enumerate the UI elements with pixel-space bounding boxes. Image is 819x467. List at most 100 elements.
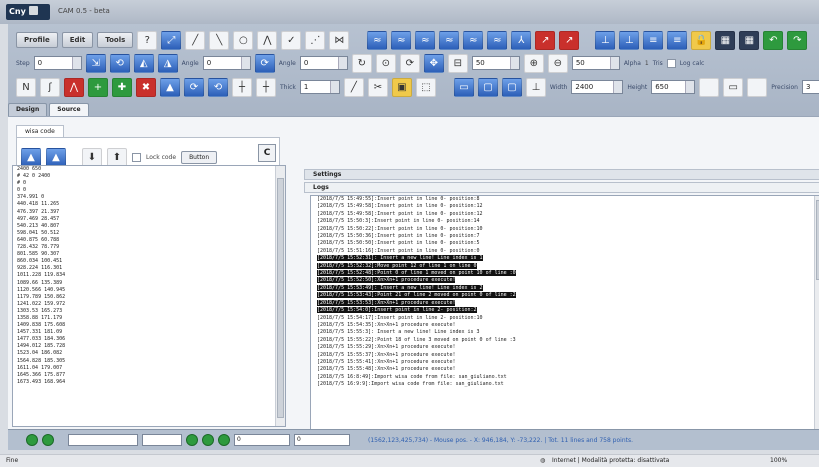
copy-icon[interactable]: ⊙ — [375, 53, 396, 73]
logs-scrollbar[interactable] — [814, 196, 819, 430]
check-icon[interactable]: ✓ — [281, 30, 302, 50]
cycle-2-icon[interactable]: ⟲ — [208, 77, 228, 97]
arrow-up-right-icon[interactable]: ↗ — [535, 30, 556, 50]
snap-icon[interactable]: ⊟ — [447, 53, 468, 73]
wave-4-icon[interactable]: ≈ — [439, 30, 460, 50]
undo-icon[interactable]: ↶ — [763, 30, 784, 50]
tools-button[interactable]: Tools — [97, 32, 134, 48]
go-1-icon[interactable] — [186, 434, 198, 446]
precision-input[interactable]: 3 — [801, 80, 819, 94]
frame-2-icon[interactable]: ▢ — [501, 77, 522, 97]
sync-icon[interactable]: ⟳ — [399, 53, 420, 73]
align-1-icon[interactable]: ⊥ — [595, 30, 616, 50]
line-tool-icon[interactable]: ╱ — [185, 30, 206, 50]
color-1-icon[interactable] — [699, 77, 720, 97]
lock-icon[interactable]: 🔒 — [691, 30, 712, 50]
height-input[interactable]: 650 — [651, 80, 696, 94]
grid-1-icon[interactable]: ▦ — [715, 30, 736, 50]
align-3-icon[interactable]: ≡ — [643, 30, 664, 50]
wave-3-icon[interactable]: ≈ — [415, 30, 436, 50]
angle2-input[interactable]: 0 — [299, 56, 348, 70]
go-3-icon[interactable] — [218, 434, 230, 446]
flip-icon[interactable]: ◮ — [157, 53, 178, 73]
scale-icon[interactable]: ⇲ — [85, 53, 106, 73]
color-2-icon[interactable]: ▭ — [723, 77, 744, 97]
log-line-text: [2018/7/5 16:9:9]:Import wisa code from … — [317, 381, 504, 388]
color-3-icon[interactable] — [747, 77, 768, 97]
wave-5-icon[interactable]: ≈ — [463, 30, 484, 50]
logs-box[interactable]: [2018/7/5 15:49:55]:Insert point in line… — [310, 195, 819, 431]
branch-icon[interactable]: ⅄ — [511, 30, 532, 50]
circle-tool-icon[interactable]: ○ — [233, 30, 254, 50]
rotate-icon[interactable]: ⟳ — [254, 53, 275, 73]
align-2-icon[interactable]: ⊥ — [619, 30, 640, 50]
code-editor[interactable]: 2400 650 # 42 0 2400 # 00 0 374.991 0 440.41… — [12, 165, 286, 427]
step-input[interactable]: 0 — [33, 56, 82, 70]
hill-icon[interactable]: ▲ — [160, 77, 180, 97]
tab-wisa-code[interactable]: wisa code — [16, 125, 64, 137]
fullscreen-icon[interactable]: ⤢ — [161, 30, 182, 50]
delete-icon[interactable]: ✖ — [136, 77, 156, 97]
zoom-level[interactable]: 100% — [770, 455, 787, 467]
dropdown-2[interactable] — [142, 434, 182, 446]
draw-curve-icon[interactable]: ʃ — [40, 77, 60, 97]
wave-6-icon[interactable]: ≈ — [487, 30, 508, 50]
zoom-icon[interactable]: ⊕ — [523, 53, 544, 73]
width-input[interactable]: 2400 — [571, 80, 624, 94]
frame-icon[interactable]: ▢ — [477, 77, 498, 97]
grid-2-icon[interactable]: ▦ — [739, 30, 760, 50]
ruler-icon[interactable]: ┼ — [232, 77, 252, 97]
rotate-left-icon[interactable]: ⟲ — [109, 53, 130, 73]
thick-input[interactable]: 1 — [299, 80, 340, 94]
step-icon[interactable] — [42, 434, 54, 446]
edit-button[interactable]: Edit — [61, 32, 94, 48]
tab-source[interactable]: Source — [49, 103, 89, 116]
clear-button[interactable]: C — [258, 144, 276, 162]
polyline-icon[interactable]: ⋀ — [257, 30, 278, 50]
log-calc-checkbox[interactable] — [666, 58, 676, 68]
lock-code-checkbox[interactable] — [132, 153, 141, 162]
align-4-icon[interactable]: ≡ — [667, 30, 688, 50]
angle-input[interactable]: 0 — [202, 56, 251, 70]
edit-line-icon[interactable]: ╱ — [343, 77, 364, 97]
connect-icon[interactable]: ⋈ — [329, 30, 350, 50]
go-2-icon[interactable] — [202, 434, 214, 446]
zoom-out-icon[interactable]: ⊖ — [547, 53, 568, 73]
code-scrollbar[interactable] — [275, 166, 285, 426]
button-button[interactable]: Button — [181, 151, 218, 164]
scissors-icon[interactable]: ✂ — [367, 77, 388, 97]
field1-input[interactable]: 0 — [234, 434, 290, 446]
draw-polygon-icon[interactable]: ⋀ — [64, 77, 84, 97]
add-node-icon[interactable]: ✚ — [112, 77, 132, 97]
alpha-value[interactable]: 1 — [645, 60, 649, 67]
photo-icon[interactable]: ▣ — [391, 77, 412, 97]
landscape-icon[interactable]: ▭ — [453, 77, 474, 97]
move-icon[interactable]: ✥ — [423, 53, 444, 73]
select-area-icon[interactable]: ⬚ — [415, 77, 436, 97]
refresh-icon[interactable]: ↻ — [351, 53, 372, 73]
wave-1-icon[interactable]: ≈ — [367, 30, 388, 50]
points-icon[interactable]: ⋰ — [305, 30, 326, 50]
field2-input[interactable]: 0 — [294, 434, 350, 446]
profile-button[interactable]: Profile — [16, 32, 58, 48]
snap2-input[interactable]: 50 — [571, 56, 620, 70]
tab-design[interactable]: Design — [8, 103, 48, 116]
log-line: [2018/7/5 15:55:48]:Xn>Xn+1 procedure ex… — [314, 366, 819, 373]
redo-icon[interactable]: ↷ — [787, 30, 808, 50]
play-icon[interactable] — [26, 434, 38, 446]
anchor-icon[interactable]: ⊥ — [525, 77, 546, 97]
logs-header[interactable]: Logs — [304, 182, 819, 193]
settings-header[interactable]: Settings — [304, 169, 819, 180]
snap1-input[interactable]: 50 — [471, 56, 520, 70]
arrow-up-right-2-icon[interactable]: ↗ — [559, 30, 580, 50]
draw-n-icon[interactable]: N — [16, 77, 36, 97]
cycle-1-icon[interactable]: ⟳ — [184, 77, 204, 97]
dropdown-1[interactable] — [68, 434, 138, 446]
ruler-2-icon[interactable]: ┼ — [256, 77, 276, 97]
help-icon[interactable]: ? — [137, 30, 158, 50]
add-point-icon[interactable]: + — [88, 77, 108, 97]
diagonal-line-icon[interactable]: ╲ — [209, 30, 230, 50]
scrollbar-thumb[interactable] — [277, 178, 284, 418]
wave-2-icon[interactable]: ≈ — [391, 30, 412, 50]
mirror-icon[interactable]: ◭ — [133, 53, 154, 73]
